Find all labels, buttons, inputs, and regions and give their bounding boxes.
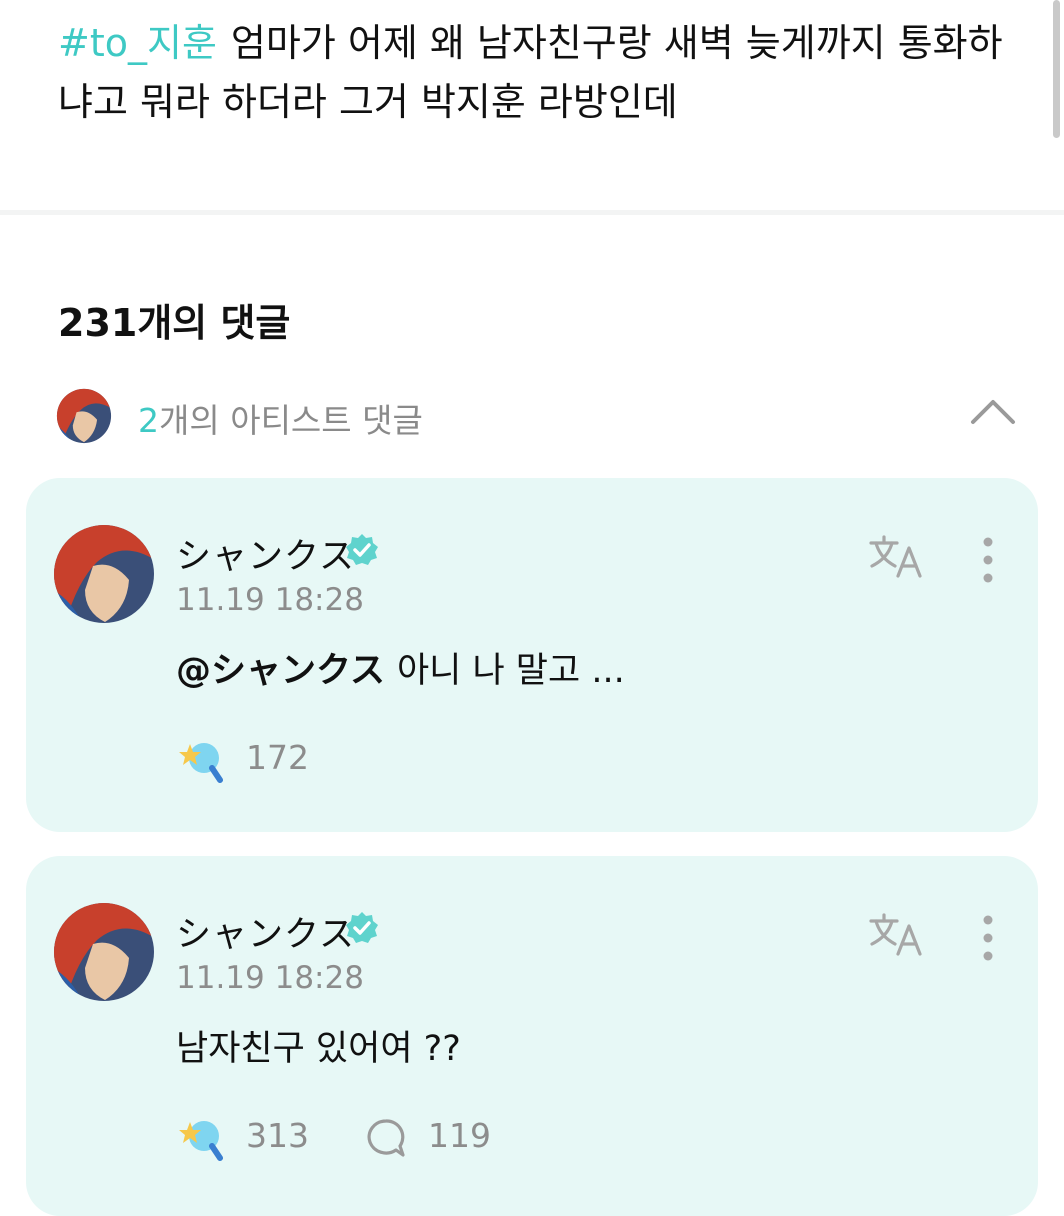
chevron-up-icon[interactable] [970,396,1016,426]
comment-timestamp: 11.19 18:28 [176,582,364,618]
post-text: #to_지훈 엄마가 어제 왜 남자친구랑 새벽 늦게까지 통화하냐고 뭐라 하더… [58,14,1018,132]
reply-count: 119 [428,1116,491,1155]
comment-text: 남자친구 있어여 ?? [176,1029,461,1069]
author-avatar[interactable] [53,524,155,624]
more-vertical-icon[interactable] [978,914,998,962]
translate-icon[interactable] [868,534,926,580]
verified-badge-icon [346,912,378,943]
star-reaction-icon[interactable] [176,736,224,784]
author-name[interactable]: シャンクス [176,906,355,957]
more-vertical-icon[interactable] [978,536,998,584]
author-name[interactable]: シャンクス [176,528,355,579]
artist-avatar-small [56,388,112,444]
artist-comment-card: シャンクス 11.19 18:28 남자친구 있어여 ?? 313 119 [26,856,1038,1216]
comment-text: @シャンクス 아니 나 말고 ... [176,651,625,691]
mention[interactable]: @シャンクス [176,651,385,691]
like-count: 313 [246,1116,309,1155]
translate-icon[interactable] [868,912,926,958]
scrollbar[interactable] [1053,0,1060,138]
verified-badge-icon [346,534,378,565]
comment-count-heading: 231개의 댓글 [58,301,291,345]
reply-bubble-icon[interactable] [366,1118,406,1158]
like-count: 172 [246,738,309,777]
artist-comment-card: シャンクス 11.19 18:28 @シャンクス 아니 나 말고 ... 172 [26,478,1038,832]
artist-comments-toggle[interactable]: 2개의 아티스트 댓글 [54,386,1016,446]
author-avatar[interactable] [53,902,155,1002]
artist-comments-label: 2개의 아티스트 댓글 [138,401,423,440]
comment-timestamp: 11.19 18:28 [176,960,364,996]
star-reaction-icon[interactable] [176,1114,224,1162]
post-hashtag[interactable]: #to_지훈 [58,21,217,65]
section-divider [0,210,1064,215]
